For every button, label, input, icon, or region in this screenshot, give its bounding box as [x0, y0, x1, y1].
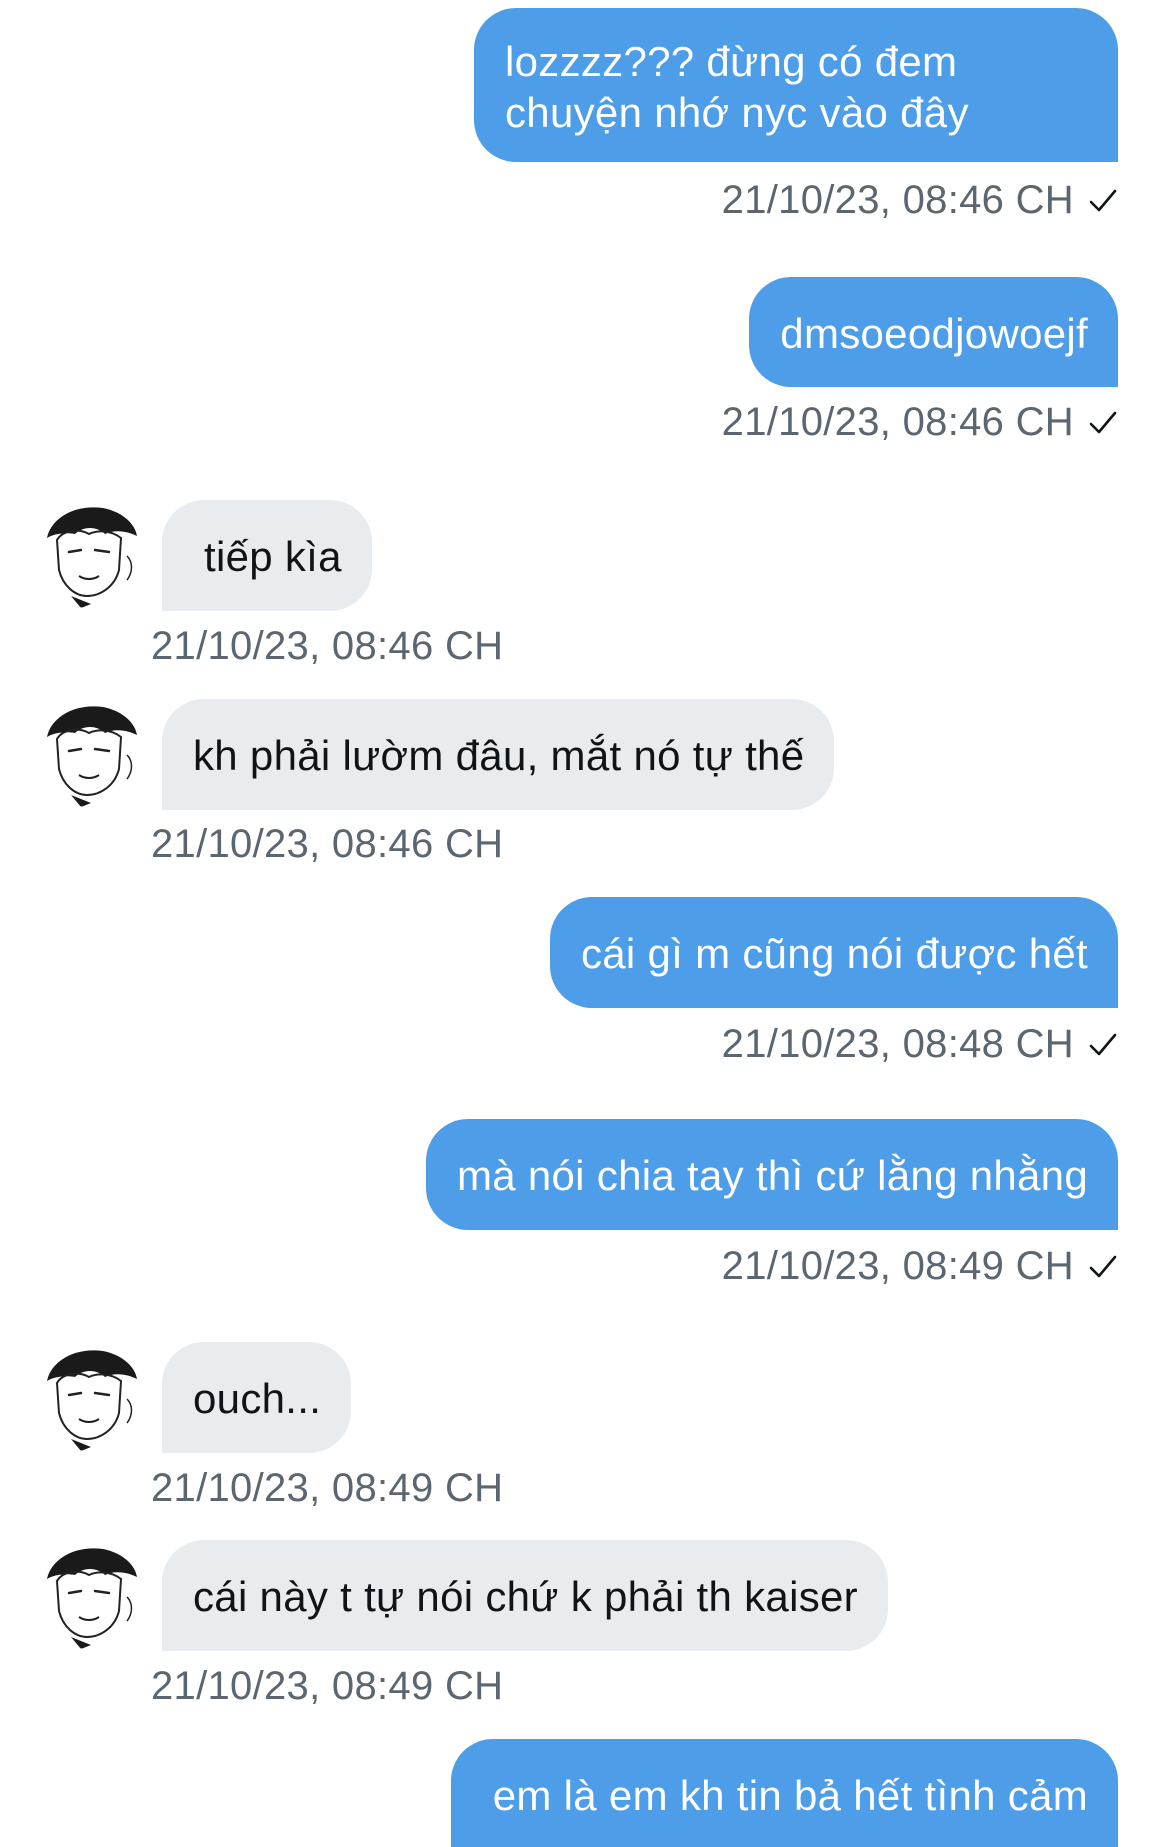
message-text: cái gì m cũng nói được hết [580, 930, 1088, 977]
message-timestamp: 21/10/23, 08:48 CH [722, 1022, 1118, 1067]
message-text: mà nói chia tay thì cứ lằng nhằng [456, 1152, 1088, 1199]
message-text: kh phải lườm đâu, mắt nó tự thế [193, 732, 805, 779]
avatar[interactable] [35, 500, 143, 608]
message-text: em là em kh tin bả hết tình cảm [492, 1772, 1088, 1819]
message-timestamp: 21/10/23, 08:46 CH [151, 822, 504, 866]
avatar-image [47, 706, 137, 807]
message-text: cái này t tự nói chứ k phải th kaiser [193, 1573, 858, 1620]
message-thread[interactable]: lozzzz??? đừng có đem chuyện nhớ nyc vào… [0, 0, 1170, 1847]
avatar-image [47, 507, 137, 608]
outgoing-message-bubble[interactable]: em là em kh tin bả hết tình cảm [450, 1739, 1118, 1847]
avatar-image [47, 1350, 137, 1451]
outgoing-message-bubble[interactable]: cái gì m cũng nói được hết [549, 897, 1118, 1008]
incoming-message-bubble[interactable]: cái này t tự nói chứ k phải th kaiser [162, 1540, 888, 1651]
avatar[interactable] [35, 1541, 143, 1649]
message-timestamp: 21/10/23, 08:46 CH [722, 178, 1118, 223]
message-text: tiếp kìa [204, 533, 342, 580]
outgoing-message-bubble[interactable]: dmsoeodjowoejf [749, 277, 1118, 387]
message-timestamp: 21/10/23, 08:46 CH [722, 400, 1118, 445]
checkmark-icon [1089, 411, 1117, 434]
outgoing-message-bubble[interactable]: mà nói chia tay thì cứ lằng nhằng [425, 1119, 1118, 1230]
message-timestamp: 21/10/23, 08:49 CH [151, 1466, 504, 1510]
message-text: lozzzz??? đừng có đem chuyện nhớ nyc vào… [505, 38, 969, 136]
checkmark-icon [1089, 1255, 1117, 1278]
checkmark-icon [1089, 189, 1117, 212]
avatar-image [47, 1548, 137, 1649]
avatar[interactable] [35, 1343, 143, 1451]
message-timestamp: 21/10/23, 08:49 CH [151, 1664, 504, 1708]
avatar[interactable] [35, 699, 143, 807]
incoming-message-bubble[interactable]: ouch... [162, 1342, 352, 1453]
message-text: ouch... [193, 1375, 322, 1422]
checkmark-icon [1089, 1033, 1117, 1056]
message-timestamp: 21/10/23, 08:46 CH [151, 624, 504, 668]
incoming-message-bubble[interactable]: kh phải lườm đâu, mắt nó tự thế [162, 699, 835, 810]
message-timestamp: 21/10/23, 08:49 CH [722, 1244, 1118, 1289]
message-text: dmsoeodjowoejf [780, 310, 1088, 357]
outgoing-message-bubble[interactable]: lozzzz??? đừng có đem chuyện nhớ nyc vào… [474, 8, 1118, 162]
incoming-message-bubble[interactable]: tiếp kìa [162, 500, 372, 611]
